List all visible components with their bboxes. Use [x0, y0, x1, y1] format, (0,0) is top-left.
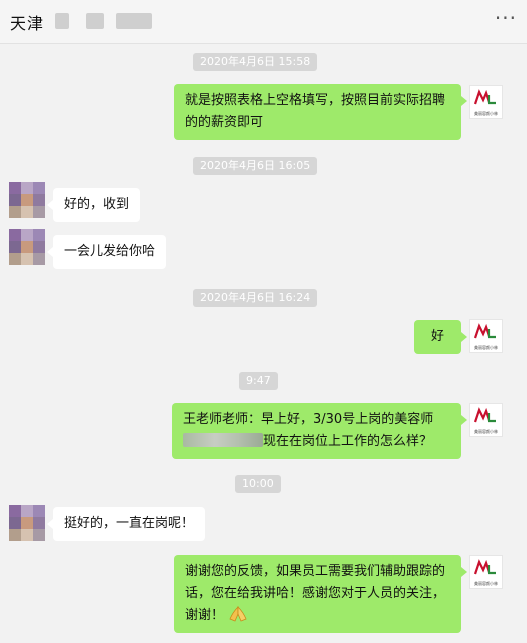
avatar[interactable]: [9, 505, 45, 541]
redacted-name: [86, 13, 104, 29]
redacted-name: [116, 13, 152, 29]
message-text: 王老师老师：早上好，3/30号上岗的美容师: [183, 412, 434, 427]
timestamp: 2020年4月6日 16:05: [193, 157, 318, 175]
logo-mark-icon: [473, 323, 496, 339]
logo-caption: 美丽容颜小林: [474, 345, 498, 350]
timestamp: 2020年4月6日 15:58: [193, 53, 318, 71]
logo-mark-icon: [473, 89, 496, 105]
redacted-name: [183, 433, 263, 447]
chat-title: 天津: [10, 14, 45, 33]
message-text: 谢谢您的反馈，如果员工需要我们辅助跟踪的话，您在给我讲哈！感谢您对于人员的关注，…: [185, 564, 446, 623]
incoming-message[interactable]: 好的，收到: [46, 188, 141, 222]
logo-caption: 美丽容颜小林: [474, 581, 498, 586]
outgoing-message[interactable]: 就是按照表格上空格填写，按照目前实际招聘的的薪资即可: [174, 84, 467, 140]
contact-logo[interactable]: 美丽容颜小林: [469, 555, 503, 589]
contact-logo[interactable]: 美丽容颜小林: [469, 85, 503, 119]
message-text: 现在在岗位上工作的怎么样？: [263, 434, 433, 449]
chat-header: 天津 ···: [0, 0, 527, 44]
incoming-message[interactable]: 挺好的，一直在岗呢！: [46, 507, 206, 541]
contact-logo[interactable]: 美丽容颜小林: [469, 319, 503, 353]
logo-caption: 美丽容颜小林: [474, 429, 498, 434]
more-dots-icon[interactable]: ···: [495, 6, 517, 30]
logo-mark-icon: [473, 559, 496, 575]
folded-hands-emoji: [229, 606, 247, 622]
outgoing-message[interactable]: 好: [414, 320, 467, 354]
logo-caption: 美丽容颜小林: [474, 111, 498, 116]
incoming-message[interactable]: 一会儿发给你哈: [46, 235, 167, 269]
timestamp: 10:00: [235, 475, 281, 493]
redacted-name: [55, 13, 69, 29]
logo-mark-icon: [473, 407, 496, 423]
timestamp: 2020年4月6日 16:24: [193, 289, 318, 307]
outgoing-message[interactable]: 王老师老师：早上好，3/30号上岗的美容师 现在在岗位上工作的怎么样？: [172, 403, 467, 459]
outgoing-message[interactable]: 谢谢您的反馈，如果员工需要我们辅助跟踪的话，您在给我讲哈！感谢您对于人员的关注，…: [174, 555, 467, 633]
timestamp: 9:47: [239, 372, 278, 390]
contact-logo[interactable]: 美丽容颜小林: [469, 403, 503, 437]
avatar[interactable]: [9, 182, 45, 218]
avatar[interactable]: [9, 229, 45, 265]
